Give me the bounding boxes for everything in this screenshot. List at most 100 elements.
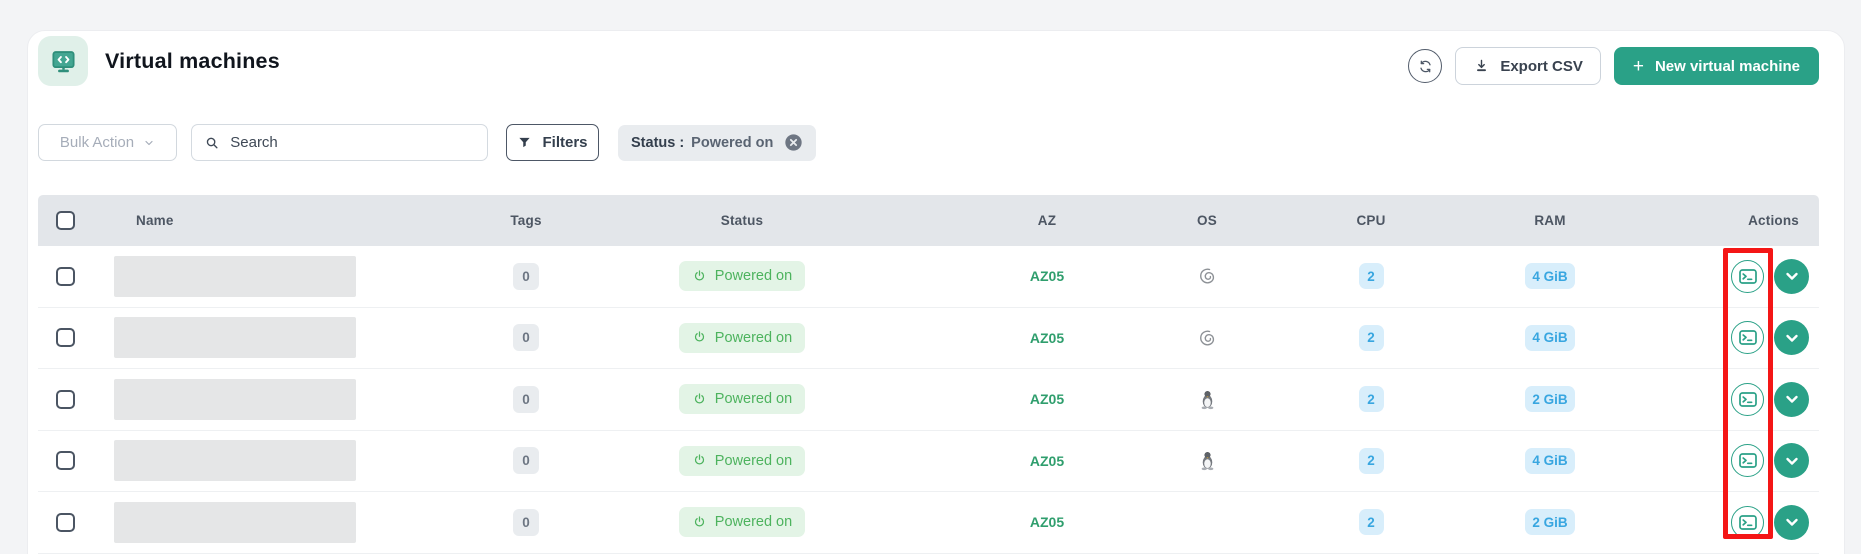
vm-name-placeholder	[114, 317, 356, 358]
row-actions-dropdown-button[interactable]	[1774, 505, 1809, 540]
ram-badge: 4 GiB	[1525, 325, 1574, 351]
table-row: 0 Powered on AZ05 2 2 GiB	[38, 369, 1819, 431]
vm-table: Name Tags Status AZ OS CPU RAM Actions 0…	[38, 195, 1819, 554]
linux-os-icon	[1197, 450, 1218, 471]
export-csv-button[interactable]: Export CSV	[1455, 47, 1601, 85]
open-console-button[interactable]	[1731, 506, 1764, 539]
close-circle-icon	[784, 133, 803, 152]
power-icon	[692, 392, 707, 407]
search-box	[191, 124, 488, 161]
debian-os-icon	[1196, 265, 1218, 287]
ram-badge: 2 GiB	[1525, 509, 1574, 535]
row-actions-dropdown-button[interactable]	[1774, 382, 1809, 417]
az-label: AZ05	[1030, 268, 1064, 284]
status-badge: Powered on	[679, 507, 805, 537]
bulk-action-dropdown[interactable]: Bulk Action	[38, 124, 177, 161]
row-checkbox[interactable]	[56, 328, 75, 347]
tags-badge: 0	[513, 447, 539, 474]
power-icon	[692, 515, 707, 530]
az-label: AZ05	[1030, 330, 1064, 346]
chevron-down-icon	[1782, 266, 1802, 286]
row-actions-dropdown-button[interactable]	[1774, 443, 1809, 478]
az-label: AZ05	[1030, 453, 1064, 469]
tags-badge: 0	[513, 324, 539, 351]
row-actions-dropdown-button[interactable]	[1774, 320, 1809, 355]
open-console-button[interactable]	[1731, 321, 1764, 354]
refresh-button[interactable]	[1408, 49, 1442, 83]
col-header-name: Name	[112, 213, 440, 228]
row-checkbox[interactable]	[56, 267, 75, 286]
open-console-button[interactable]	[1731, 444, 1764, 477]
header-actions: Export CSV + New virtual machine	[1408, 47, 1819, 85]
row-checkbox[interactable]	[56, 513, 75, 532]
search-icon	[204, 134, 220, 152]
linux-os-icon	[1197, 389, 1218, 410]
col-header-actions: Actions	[1642, 213, 1819, 228]
remove-filter-button[interactable]	[784, 133, 803, 152]
console-terminal-icon	[1738, 328, 1758, 347]
debian-os-icon	[1196, 327, 1218, 349]
plus-icon: +	[1633, 57, 1644, 76]
col-header-ram: RAM	[1450, 213, 1650, 228]
power-icon	[692, 330, 707, 345]
az-label: AZ05	[1030, 391, 1064, 407]
vm-name-placeholder	[114, 379, 356, 420]
col-header-cpu: CPU	[1291, 213, 1451, 228]
chevron-down-icon	[1782, 328, 1802, 348]
row-actions-dropdown-button[interactable]	[1774, 259, 1809, 294]
table-row: 0 Powered on AZ05 2 4 GiB	[38, 431, 1819, 493]
filters-button[interactable]: Filters	[506, 124, 599, 161]
vm-name-placeholder	[114, 256, 356, 297]
chip-value: Powered on	[691, 135, 773, 151]
console-terminal-icon	[1738, 267, 1758, 286]
table-header-row: Name Tags Status AZ OS CPU RAM Actions	[38, 195, 1819, 246]
cpu-badge: 2	[1359, 448, 1384, 474]
status-badge: Powered on	[679, 323, 805, 353]
ram-badge: 4 GiB	[1525, 263, 1574, 289]
row-checkbox[interactable]	[56, 390, 75, 409]
download-icon	[1473, 58, 1490, 75]
open-console-button[interactable]	[1731, 260, 1764, 293]
col-header-status: Status	[612, 213, 872, 228]
row-checkbox[interactable]	[56, 451, 75, 470]
virtual-machines-card: Virtual machines Export CSV +	[27, 30, 1845, 554]
table-row: 0 Powered on AZ05 2 4 GiB	[38, 308, 1819, 370]
tags-badge: 0	[513, 386, 539, 413]
col-header-tags: Tags	[440, 213, 612, 228]
tags-badge: 0	[513, 509, 539, 536]
tags-badge: 0	[513, 263, 539, 290]
new-vm-label: New virtual machine	[1655, 58, 1800, 75]
bulk-action-label: Bulk Action	[60, 134, 134, 151]
vm-name-placeholder	[114, 440, 356, 481]
search-input[interactable]	[230, 134, 475, 151]
chip-label: Status :	[631, 135, 684, 151]
table-row: 0 Powered on AZ05 2 2 GiB	[38, 492, 1819, 554]
status-badge: Powered on	[679, 446, 805, 476]
cpu-badge: 2	[1359, 325, 1384, 351]
console-terminal-icon	[1738, 451, 1758, 470]
select-all-checkbox[interactable]	[56, 211, 75, 230]
page: { "page": { "title": "Virtual machines" …	[0, 0, 1861, 554]
ram-badge: 4 GiB	[1525, 448, 1574, 474]
power-icon	[692, 453, 707, 468]
refresh-icon	[1417, 58, 1434, 75]
monitor-code-icon	[38, 36, 88, 86]
cpu-badge: 2	[1359, 509, 1384, 535]
chevron-down-icon	[1782, 389, 1802, 409]
status-badge: Powered on	[679, 384, 805, 414]
col-header-az: AZ	[917, 213, 1177, 228]
chevron-down-icon	[143, 137, 155, 149]
new-virtual-machine-button[interactable]: + New virtual machine	[1614, 47, 1819, 85]
open-console-button[interactable]	[1731, 383, 1764, 416]
chevron-down-icon	[1782, 512, 1802, 532]
filters-label: Filters	[542, 134, 587, 151]
cpu-badge: 2	[1359, 386, 1384, 412]
status-badge: Powered on	[679, 261, 805, 291]
cpu-badge: 2	[1359, 263, 1384, 289]
toolbar: Bulk Action Filters Status : Powered on	[38, 124, 1834, 161]
page-header: Virtual machines Export CSV +	[38, 33, 1834, 89]
vm-name-placeholder	[114, 502, 356, 543]
export-csv-label: Export CSV	[1500, 58, 1583, 75]
page-title: Virtual machines	[105, 49, 280, 74]
power-icon	[692, 269, 707, 284]
